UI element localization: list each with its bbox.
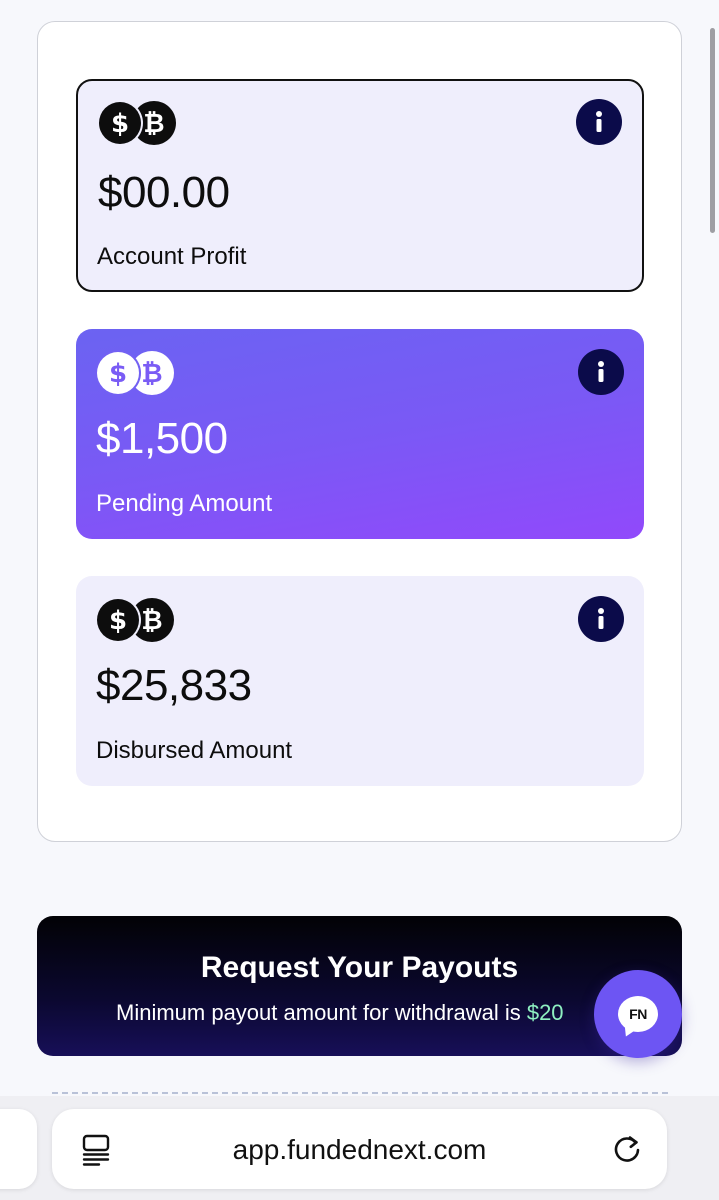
payout-minimum-text: Minimum payout amount for withdrawal is …: [116, 1000, 603, 1026]
dollar-bitcoin-coins-icon: ₿ $: [96, 349, 176, 397]
info-icon[interactable]: [578, 596, 624, 642]
payout-minimum-label: Minimum payout amount for withdrawal is: [116, 1000, 527, 1025]
url-text[interactable]: app.fundednext.com: [52, 1134, 667, 1166]
reload-icon[interactable]: [611, 1133, 643, 1165]
chat-button[interactable]: FN: [594, 970, 682, 1058]
pending-amount-value: $1,500: [96, 414, 228, 463]
request-payouts-banner[interactable]: Request Your Payouts Minimum payout amou…: [37, 916, 682, 1056]
svg-text:$: $: [109, 606, 127, 636]
svg-text:₿: ₿: [141, 606, 162, 636]
disbursed-amount-label: Disbursed Amount: [96, 737, 293, 764]
dollar-bitcoin-coins-icon: ₿ $: [96, 596, 176, 644]
account-profit-label: Account Profit: [97, 243, 247, 270]
info-icon[interactable]: [576, 99, 622, 145]
previous-tab[interactable]: [0, 1109, 37, 1189]
info-icon[interactable]: [578, 349, 624, 395]
account-profit-card[interactable]: ₿ $ $00.00 Account Profit: [76, 79, 644, 292]
address-bar[interactable]: app.fundednext.com: [52, 1109, 667, 1189]
page-scrollbar[interactable]: [710, 28, 715, 233]
dollar-bitcoin-coins-icon: ₿ $: [98, 99, 178, 147]
payout-minimum-amount: $20: [526, 1000, 564, 1025]
browser-toolbar: app.fundednext.com: [0, 1096, 719, 1200]
svg-text:₿: ₿: [143, 109, 164, 139]
disbursed-amount-card[interactable]: ₿ $ $25,833 Disbursed Amount: [76, 576, 644, 786]
svg-text:$: $: [111, 109, 129, 139]
payout-stats-panel: ₿ $ $00.00 Account Profit ₿ $ $1,500 Pen…: [37, 21, 682, 842]
payout-title: Request Your Payouts: [200, 951, 519, 984]
svg-text:₿: ₿: [141, 359, 162, 389]
chat-icon: FN: [618, 996, 658, 1032]
divider: [52, 1092, 668, 1094]
pending-amount-card[interactable]: ₿ $ $1,500 Pending Amount: [76, 329, 644, 539]
svg-text:$: $: [109, 359, 127, 389]
chat-logo-text: FN: [629, 1006, 647, 1022]
disbursed-amount-value: $25,833: [96, 661, 252, 710]
account-profit-amount: $00.00: [98, 168, 230, 217]
pending-amount-label: Pending Amount: [96, 490, 273, 517]
